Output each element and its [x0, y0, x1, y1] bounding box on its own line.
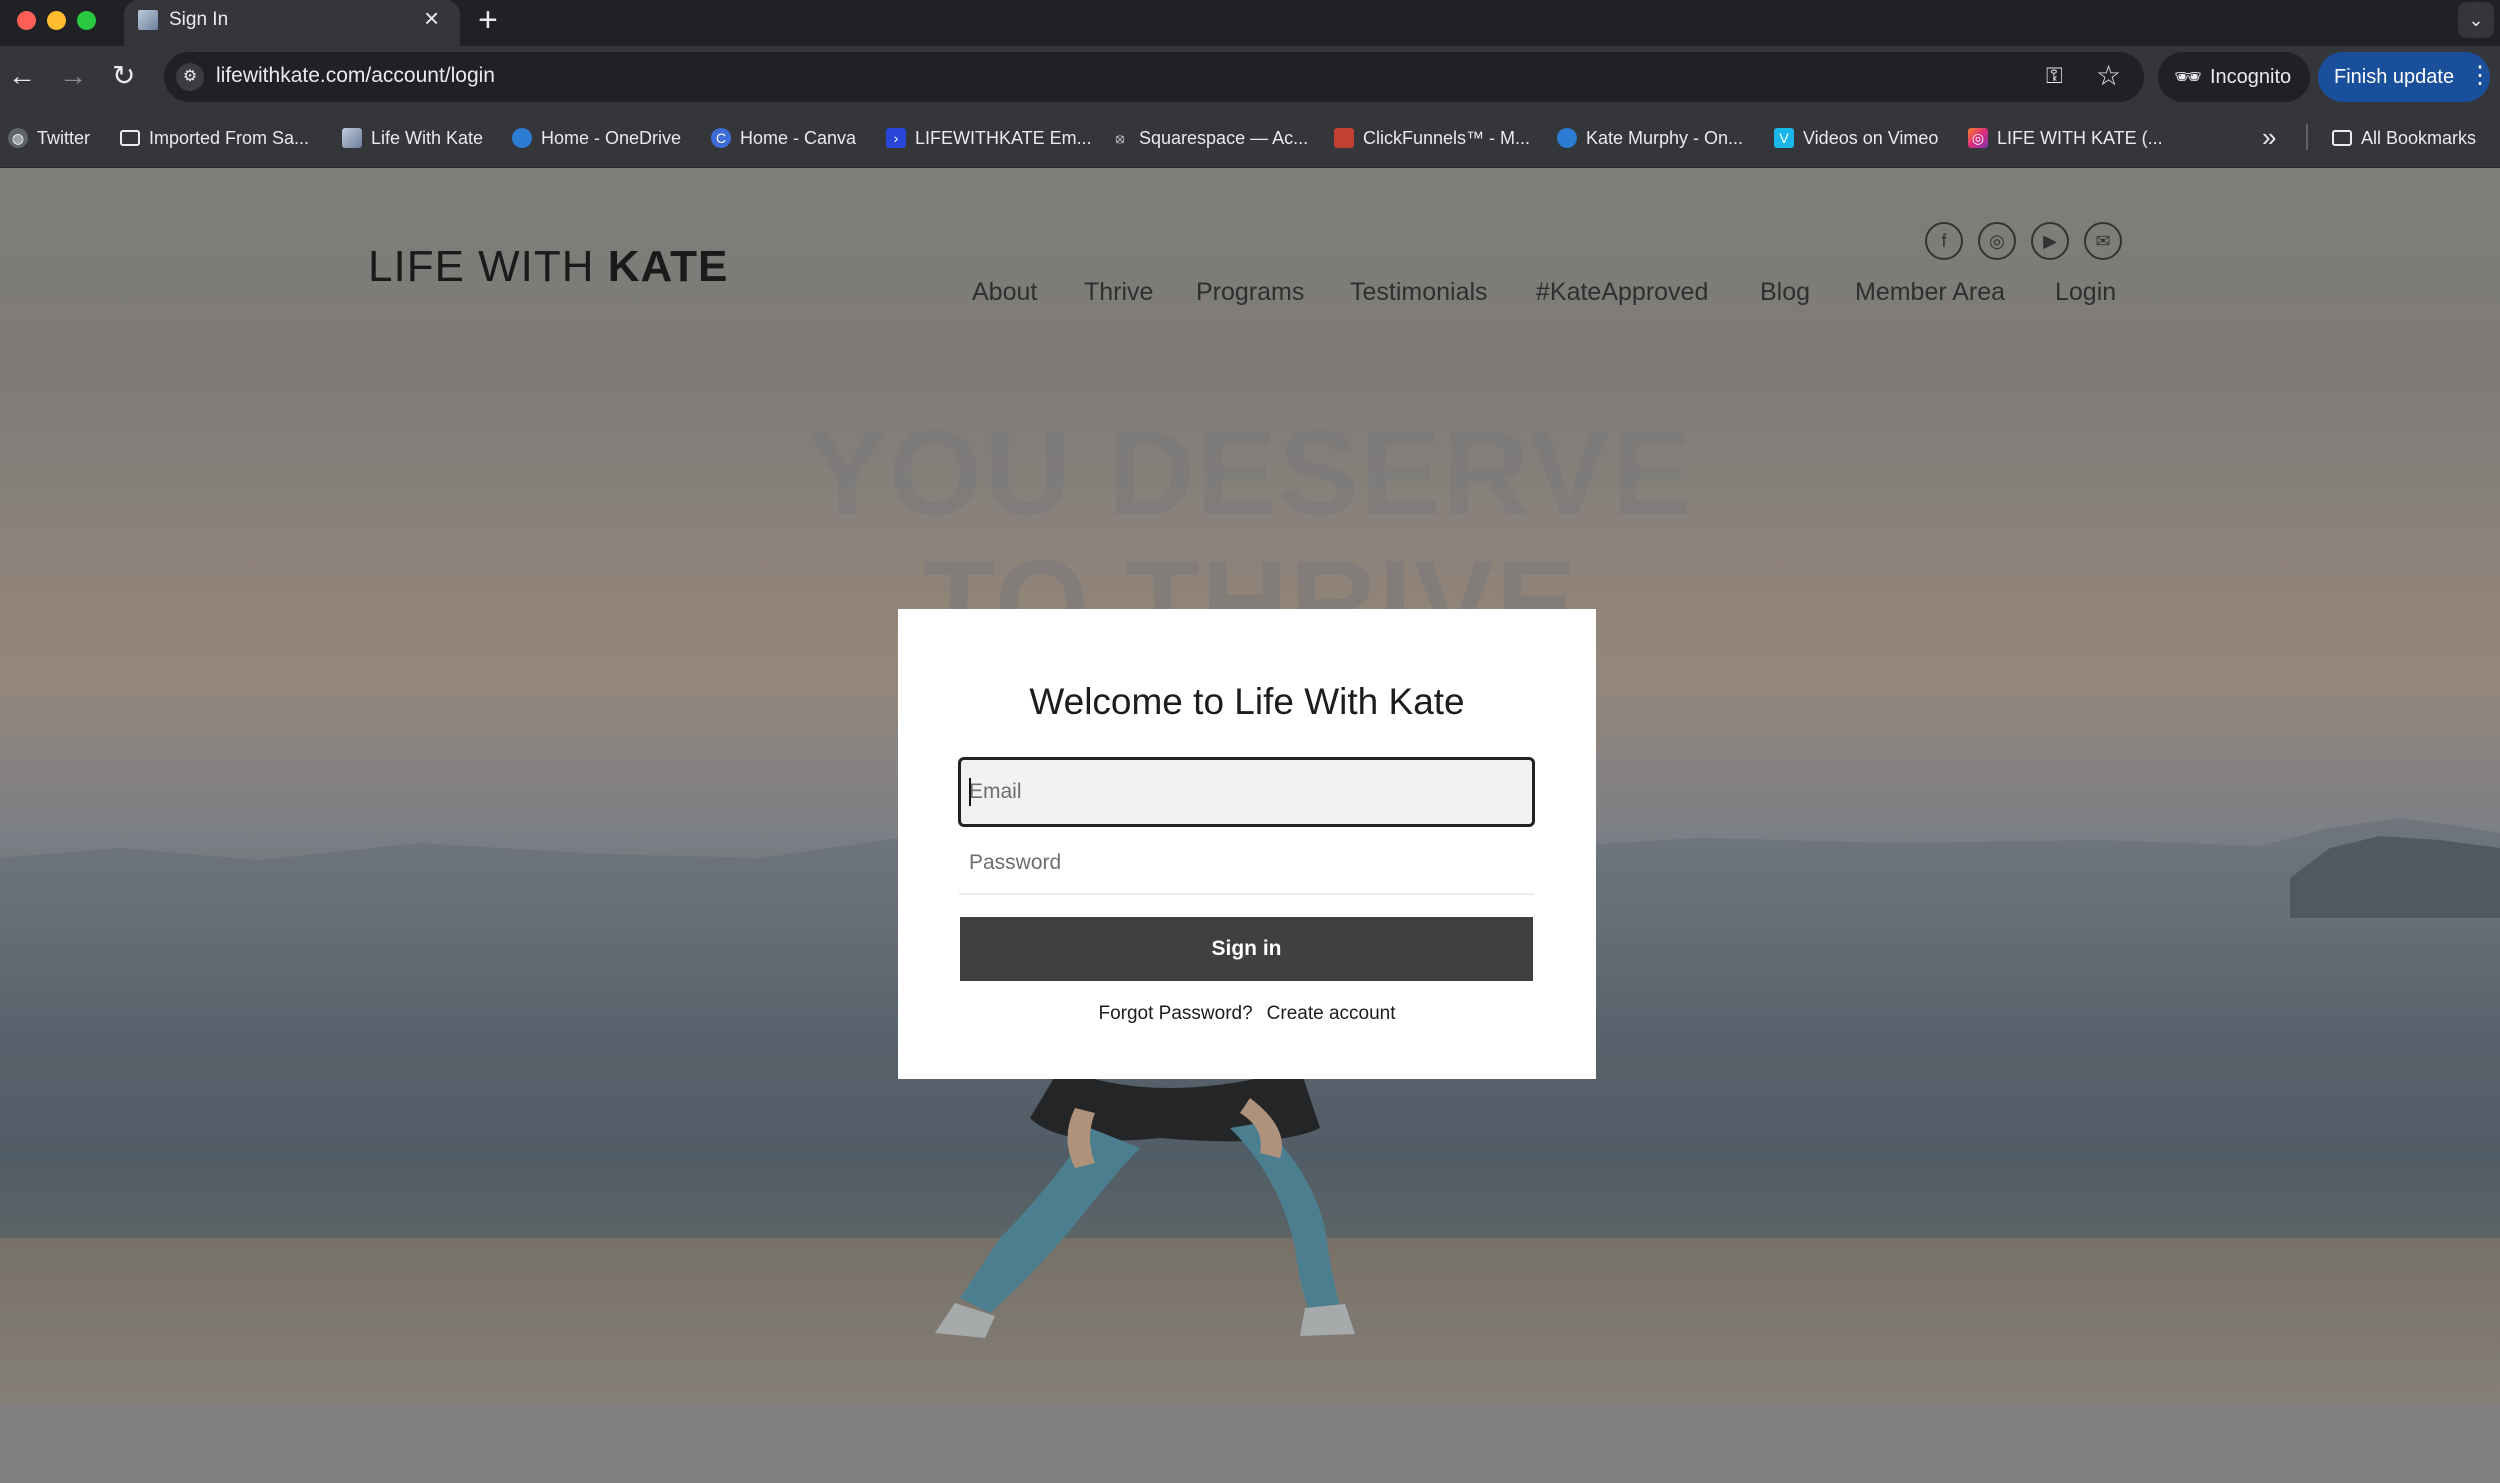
forward-arrow-icon[interactable]: →: [59, 58, 87, 94]
sign-in-button[interactable]: Sign in: [960, 917, 1533, 981]
minimize-window-button[interactable]: [47, 11, 66, 30]
site-favicon: [342, 128, 362, 148]
nav-programs[interactable]: Programs: [1196, 278, 1304, 307]
address-bar[interactable]: ⚙ lifewithkate.com/account/login ⚿ ☆: [164, 52, 2144, 102]
bookmark-item[interactable]: ClickFunnels™ - M...: [1334, 125, 1530, 151]
incognito-indicator[interactable]: 🕶 Incognito: [2158, 52, 2310, 102]
globe-icon: ◍: [8, 128, 28, 148]
bookmark-item[interactable]: Kate Murphy - On...: [1557, 125, 1743, 151]
tab-title: Sign In: [169, 9, 229, 30]
nav-login[interactable]: Login: [2055, 278, 2116, 307]
bookmark-label: LIFEWITHKATE Em...: [915, 127, 1092, 148]
bookmark-item[interactable]: C Home - Canva: [711, 125, 856, 151]
instagram-icon[interactable]: ◎: [1978, 222, 2016, 260]
bookmark-item[interactable]: ⦻ Squarespace — Ac...: [1110, 125, 1308, 151]
bookmarks-divider: [2306, 124, 2308, 150]
onedrive-icon: [1557, 128, 1577, 148]
bookmark-item[interactable]: ◎ LIFE WITH KATE (...: [1968, 125, 2163, 151]
nav-about[interactable]: About: [972, 278, 1037, 307]
bookmark-item[interactable]: › LIFEWITHKATE Em...: [886, 125, 1092, 151]
folder-icon: [120, 130, 140, 146]
all-bookmarks-button[interactable]: All Bookmarks: [2332, 125, 2476, 151]
forgot-password-link[interactable]: Forgot Password?: [1098, 1003, 1252, 1024]
folder-icon: [2332, 130, 2352, 146]
incognito-label: Incognito: [2210, 66, 2292, 88]
reload-icon[interactable]: ↻: [112, 58, 135, 94]
bookmark-label: ClickFunnels™ - M...: [1363, 127, 1531, 148]
all-bookmarks-label: All Bookmarks: [2361, 127, 2477, 148]
nav-member-area[interactable]: Member Area: [1855, 278, 2005, 307]
browser-tab-sign-in[interactable]: Sign In ×: [124, 0, 460, 46]
bookmark-item[interactable]: Home - OneDrive: [512, 125, 681, 151]
bookmark-item[interactable]: ◍ Twitter: [8, 125, 90, 151]
bookmark-label: Kate Murphy - On...: [1586, 127, 1744, 148]
bookmark-star-icon[interactable]: ☆: [2096, 60, 2121, 92]
dialog-title: Welcome to Life With Kate: [1029, 681, 1465, 722]
bookmark-label: Home - OneDrive: [541, 127, 682, 148]
back-arrow-icon[interactable]: ←: [8, 58, 36, 94]
finish-update-button[interactable]: Finish update ⋮: [2318, 52, 2492, 102]
dialog-links: Forgot Password? Create account: [898, 1003, 1596, 1025]
bookmark-label: Squarespace — Ac...: [1139, 127, 1309, 148]
email-field[interactable]: [958, 757, 1535, 827]
maximize-window-button[interactable]: [77, 11, 96, 30]
logo-bold-text: KATE: [607, 242, 729, 291]
email-input[interactable]: [969, 780, 1509, 804]
bookmark-item[interactable]: Imported From Sa...: [120, 125, 309, 151]
tab-strip: Sign In × + ⌄: [0, 0, 2500, 46]
arrow-favicon: ›: [886, 128, 906, 148]
bookmark-label: Life With Kate: [371, 127, 484, 148]
bookmark-label: Imported From Sa...: [149, 127, 310, 148]
hero-heading-line1: YOU DESERVE: [806, 406, 1694, 540]
tab-search-button[interactable]: ⌄: [2458, 2, 2494, 38]
email-icon[interactable]: ✉: [2084, 222, 2122, 260]
nav-testimonials[interactable]: Testimonials: [1350, 278, 1488, 307]
more-bookmarks-icon[interactable]: »: [2262, 122, 2276, 153]
password-input[interactable]: [969, 851, 1509, 875]
sign-in-dialog: Welcome to Life With Kate Sign in Forgot…: [898, 609, 1596, 1079]
browser-toolbar: ← → ↻ ⚙ lifewithkate.com/account/login ⚿…: [0, 46, 2500, 108]
tab-close-icon[interactable]: ×: [424, 5, 439, 31]
page-bottom-band: [0, 1406, 2500, 1483]
bookmark-item[interactable]: Life With Kate: [342, 125, 483, 151]
instagram-icon: ◎: [1968, 128, 1988, 148]
facebook-icon[interactable]: f: [1925, 222, 1963, 260]
site-settings-icon[interactable]: ⚙: [176, 63, 204, 91]
create-account-link[interactable]: Create account: [1267, 1003, 1396, 1024]
clickfunnels-icon: [1334, 128, 1354, 148]
password-key-icon[interactable]: ⚿: [2046, 63, 2063, 89]
bookmark-label: Twitter: [37, 127, 91, 148]
squarespace-icon: ⦻: [1110, 128, 1130, 148]
page-viewport: LIFE WITH KATE f ◎ ▶ ✉ About Thrive Prog…: [0, 168, 2500, 1483]
url-text[interactable]: lifewithkate.com/account/login: [216, 64, 495, 88]
bookmark-label: LIFE WITH KATE (...: [1997, 127, 2163, 148]
close-window-button[interactable]: [17, 11, 36, 30]
nav-kate-approved[interactable]: #KateApproved: [1536, 278, 1708, 307]
incognito-icon: 🕶: [2174, 64, 2202, 89]
kebab-menu-icon[interactable]: ⋮: [2468, 62, 2492, 90]
youtube-icon[interactable]: ▶: [2031, 222, 2069, 260]
new-tab-button[interactable]: +: [478, 2, 498, 38]
password-field[interactable]: [959, 831, 1534, 895]
bookmark-label: Home - Canva: [740, 127, 857, 148]
finish-update-label: Finish update: [2334, 66, 2455, 88]
onedrive-icon: [512, 128, 532, 148]
site-favicon-icon: [138, 10, 158, 30]
bookmark-label: Videos on Vimeo: [1803, 127, 1939, 148]
bookmark-item[interactable]: V Videos on Vimeo: [1774, 125, 1938, 151]
site-logo[interactable]: LIFE WITH KATE: [368, 242, 728, 292]
nav-blog[interactable]: Blog: [1760, 278, 1810, 307]
vimeo-icon: V: [1774, 128, 1794, 148]
nav-thrive[interactable]: Thrive: [1084, 278, 1153, 307]
text-caret: [969, 778, 971, 806]
canva-icon: C: [711, 128, 731, 148]
logo-light-text: LIFE WITH: [368, 242, 608, 291]
bookmarks-bar: ◍ Twitter Imported From Sa... Life With …: [0, 108, 2500, 168]
